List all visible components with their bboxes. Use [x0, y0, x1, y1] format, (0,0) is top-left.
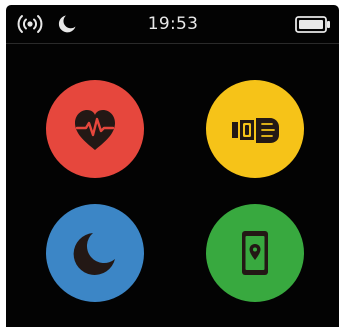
sleep-button[interactable] — [46, 204, 144, 302]
status-bar-divider — [6, 43, 339, 44]
watch-screen: 19:53 — [6, 5, 339, 327]
heart-rate-button[interactable] — [46, 80, 144, 178]
sport-mode-button[interactable] — [206, 80, 304, 178]
moon-icon — [58, 15, 76, 33]
status-bar: 19:53 — [6, 5, 339, 44]
battery-icon — [295, 16, 330, 33]
find-phone-icon — [206, 204, 304, 302]
sleep-moon-icon — [46, 204, 144, 302]
clock-time: 19:53 — [147, 14, 199, 34]
signal-icon — [17, 15, 43, 33]
heart-rate-icon — [46, 80, 144, 178]
find-phone-button[interactable] — [206, 204, 304, 302]
sport-wrist-icon — [206, 80, 304, 178]
